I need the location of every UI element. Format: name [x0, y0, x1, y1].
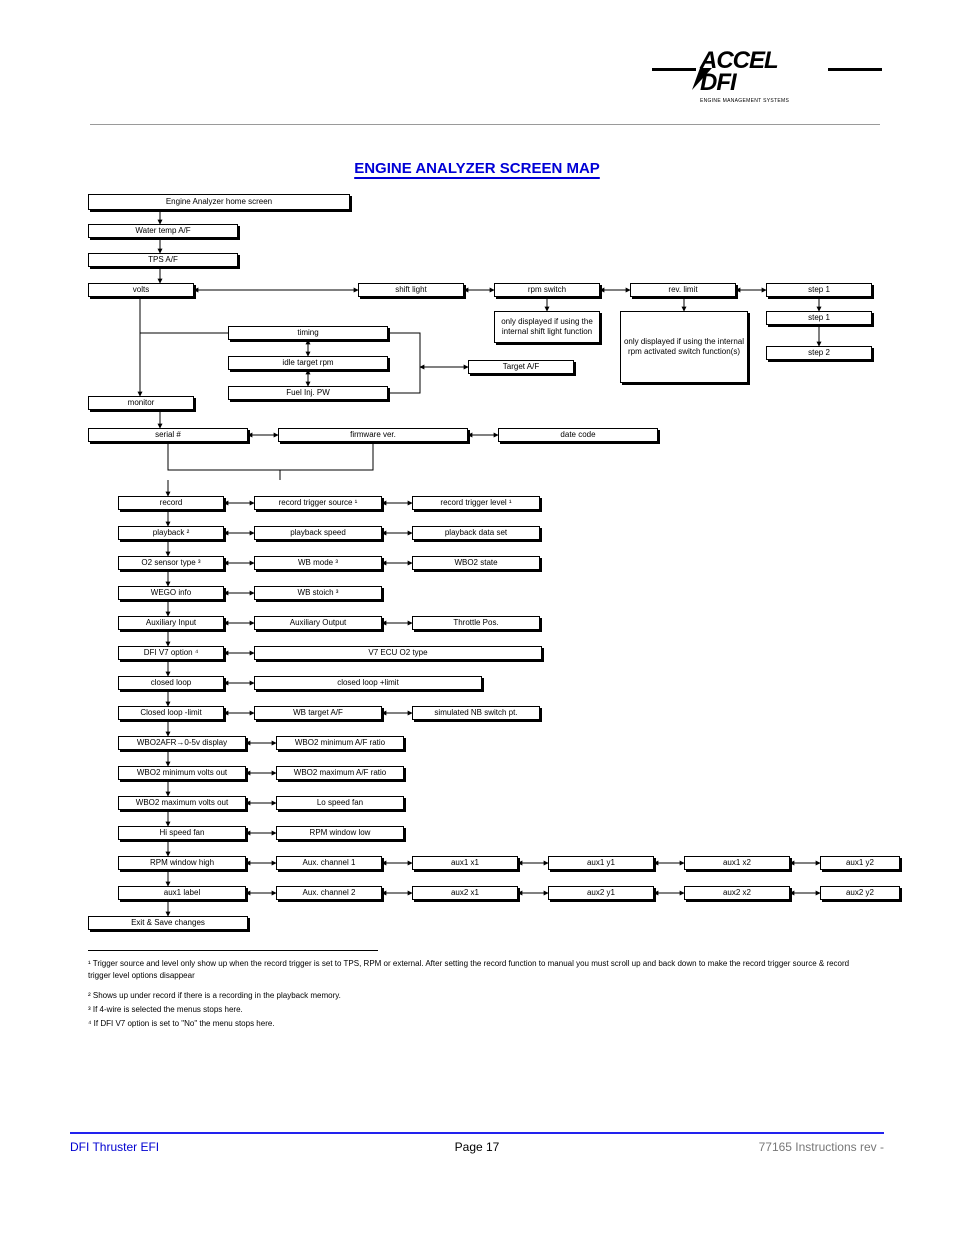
box-cl: closed loop [118, 676, 224, 690]
box-v7-o2type: V7 ECU O2 type [254, 646, 542, 660]
box-rpm-switch: rpm switch [494, 283, 600, 297]
logo-rule-right [828, 68, 882, 71]
box-wego: WEGO info [118, 586, 224, 600]
box-rpmswitch-info: only displayed if using the internal rpm… [620, 311, 748, 383]
footnote-4: ⁴ If DFI V7 option is set to "No" the me… [88, 1018, 868, 1030]
box-wb-target: WB target A/F [254, 706, 382, 720]
box-pb-speed: playback speed [254, 526, 382, 540]
box-wbo2-minv: WBO2 minimum volts out [118, 766, 246, 780]
box-rpm-hi: RPM window high [118, 856, 246, 870]
box-lo-fan: Lo speed fan [276, 796, 404, 810]
box-aux2y2: aux2 y2 [820, 886, 900, 900]
box-idle-target: idle target rpm [228, 356, 388, 370]
box-shiftlight-info: only displayed if using the internal shi… [494, 311, 600, 343]
box-aux1lbl: aux1 label [118, 886, 246, 900]
box-fuel-pw: Fuel Inj. PW [228, 386, 388, 400]
box-monitor: monitor [88, 396, 194, 410]
box-rec-trig-src: record trigger source ¹ [254, 496, 382, 510]
box-timing: timing [228, 326, 388, 340]
header-rule [90, 124, 880, 125]
box-aux2: Aux. channel 2 [276, 886, 382, 900]
box-aux1y1: aux1 y1 [548, 856, 654, 870]
box-rev-step1b: step 1 [766, 311, 872, 325]
footnote-1: ¹ Trigger source and level only show up … [88, 958, 868, 982]
box-aux1x2: aux1 x2 [684, 856, 790, 870]
logo-text: ACCEL DFI [700, 50, 778, 94]
box-volts: volts [88, 283, 194, 297]
box-rev-step1: step 1 [766, 283, 872, 297]
footnote-3: ³ If 4-wire is selected the menus stops … [88, 1004, 868, 1016]
box-hi-fan: Hi speed fan [118, 826, 246, 840]
box-wbo2-maxv: WBO2 maximum volts out [118, 796, 246, 810]
box-aux2x1: aux2 x1 [412, 886, 518, 900]
box-firmware: firmware ver. [278, 428, 468, 442]
box-aux2y1: aux2 y1 [548, 886, 654, 900]
box-aux1x1: aux1 x1 [412, 856, 518, 870]
box-rec-trig-lvl: record trigger level ¹ [412, 496, 540, 510]
box-wb-stoich: WB stoich ³ [254, 586, 382, 600]
box-date: date code [498, 428, 658, 442]
box-tps2: Throttle Pos. [412, 616, 540, 630]
box-aux-in: Auxiliary Input [118, 616, 224, 630]
page-root: { "logo": { "line1": "ACCEL", "line2": "… [0, 0, 954, 1235]
logo-rule-left [652, 68, 696, 71]
box-dfiv7: DFI V7 option ⁴ [118, 646, 224, 660]
box-cl-neg: Closed loop -limit [118, 706, 224, 720]
box-aux1: Aux. channel 1 [276, 856, 382, 870]
box-tps-af: TPS A/F [88, 253, 238, 267]
box-wbo2-state: WBO2 state [412, 556, 540, 570]
box-wbo2disp: WBO2AFR→0-5v display [118, 736, 246, 750]
box-wb-mode: WB mode ³ [254, 556, 382, 570]
box-shift-light: shift light [358, 283, 464, 297]
footnote-rule [88, 950, 378, 951]
footer-rule [70, 1132, 884, 1134]
box-rpm-lo: RPM window low [276, 826, 404, 840]
box-aux2x2: aux2 x2 [684, 886, 790, 900]
box-aux1y2: aux1 y2 [820, 856, 900, 870]
logo-line2: DFI [700, 69, 736, 96]
box-playback: playback ² [118, 526, 224, 540]
box-cl-pos: closed loop +limit [254, 676, 482, 690]
box-rev-limit: rev. limit [630, 283, 736, 297]
footnote-2: ² Shows up under record if there is a re… [88, 990, 868, 1002]
box-exit: Exit & Save changes [88, 916, 248, 930]
box-wbo2-min-af: WBO2 minimum A/F ratio [276, 736, 404, 750]
box-water-af: Water temp A/F [88, 224, 238, 238]
logo: ACCEL DFI ENGINE MANAGEMENT SYSTEMS [652, 48, 882, 112]
box-serial: serial # [88, 428, 248, 442]
page-title: ENGINE ANALYZER SCREEN MAP [0, 160, 954, 177]
box-home: Engine Analyzer home screen [88, 194, 350, 210]
box-wbo2-max-af: WBO2 maximum A/F ratio [276, 766, 404, 780]
box-pb-data: playback data set [412, 526, 540, 540]
box-nb-switch: simulated NB switch pt. [412, 706, 540, 720]
logo-sub: ENGINE MANAGEMENT SYSTEMS [700, 98, 789, 104]
box-aux-out: Auxiliary Output [254, 616, 382, 630]
box-target-af: Target A/F [468, 360, 574, 374]
box-record: record [118, 496, 224, 510]
footer-right: 77165 Instructions rev - [759, 1140, 884, 1154]
box-o2-type: O2 sensor type ³ [118, 556, 224, 570]
box-rev-step2: step 2 [766, 346, 872, 360]
